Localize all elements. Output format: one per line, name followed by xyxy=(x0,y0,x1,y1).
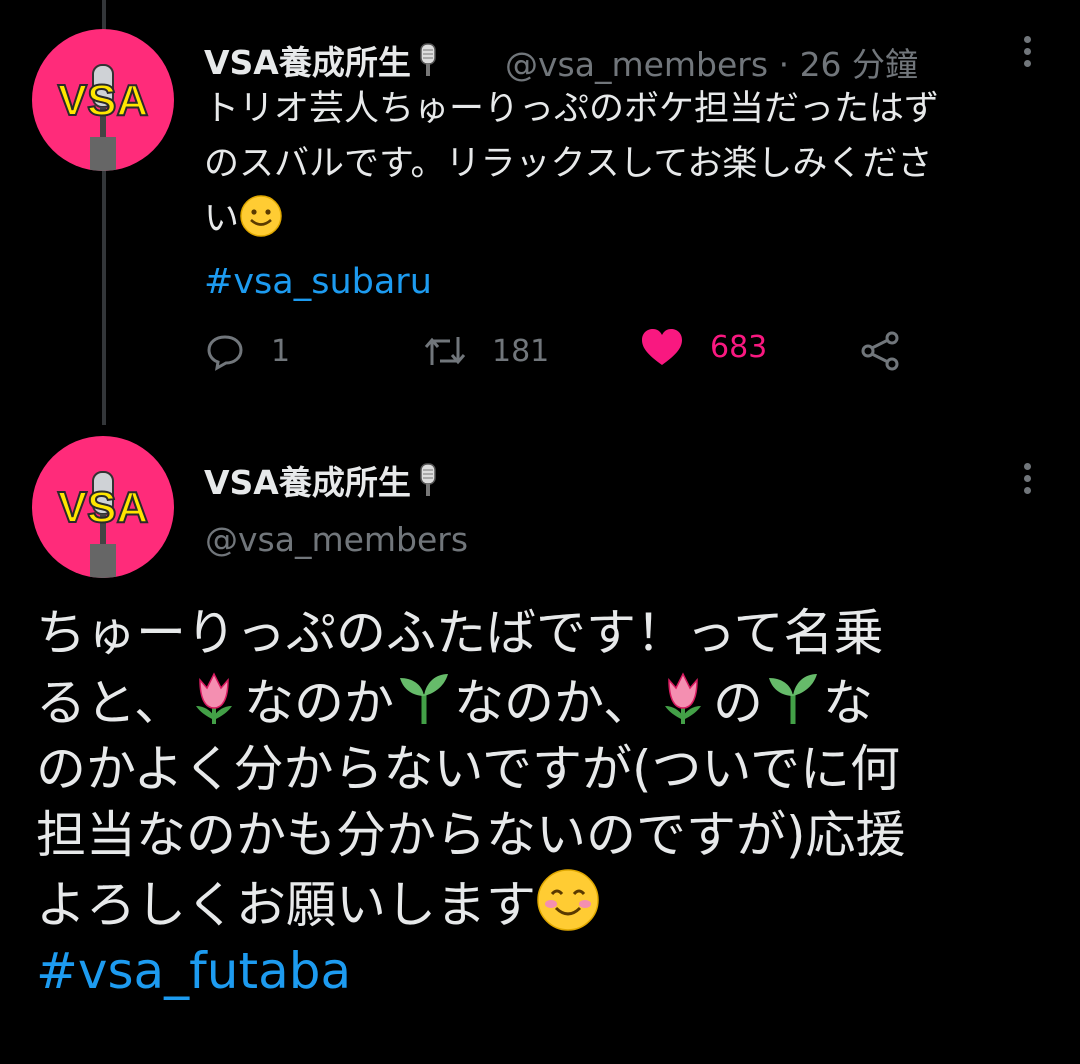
seedling-emoji xyxy=(769,674,817,724)
like-count: 683 xyxy=(710,329,768,365)
hashtag-link[interactable]: #vsa_subaru xyxy=(204,255,1044,310)
tweet-text-line: のスバルです。リラックスしてお楽しみくださ xyxy=(204,144,933,184)
share-icon xyxy=(861,331,899,371)
display-name-text: VSA養成所生 xyxy=(204,463,411,502)
tulip-emoji xyxy=(196,672,232,724)
hashtag-link[interactable]: #vsa_futaba xyxy=(36,938,1046,1004)
smile-emoji xyxy=(240,195,282,237)
avatar-logo: VSA xyxy=(57,64,149,171)
avatar-logo: VSA xyxy=(57,471,149,578)
microphone-icon xyxy=(420,43,436,76)
reply-count: 1 xyxy=(271,333,291,369)
like-button[interactable]: 683 xyxy=(640,322,767,372)
retweet-button[interactable]: 181 xyxy=(424,326,549,376)
tulip-emoji xyxy=(665,672,701,724)
avatar[interactable]: VSA xyxy=(32,29,174,171)
avatar-text: VSA xyxy=(58,76,148,125)
handle[interactable]: @vsa_members xyxy=(505,45,768,84)
reply-icon xyxy=(207,335,243,371)
tweet-text-line: 担当なのかも分からないのですが)応援 xyxy=(36,806,906,864)
tweet-text-fragment: なのか、 xyxy=(454,674,653,732)
display-name-text: VSA養成所生 xyxy=(204,43,411,82)
microphone-icon xyxy=(420,463,436,496)
tweet-text-line: ると、 なのか なのか、 の な xyxy=(36,666,1046,736)
tweet-text-fragment: の xyxy=(713,674,763,732)
tweet-text-line: のかよく分からないですが(ついでに何 xyxy=(36,740,901,798)
share-button[interactable] xyxy=(860,326,928,376)
tweet-text-fragment: い xyxy=(204,199,240,239)
handle-time: @vsa_members · 26 分鐘 xyxy=(505,38,918,86)
seedling-emoji xyxy=(400,674,448,724)
tweet-text-line: トリオ芸人ちゅーりっぷのボケ担当だったはず xyxy=(204,89,940,129)
avatar-text: VSA xyxy=(58,483,148,532)
tweet-text-line: い xyxy=(204,192,1044,247)
tweet-text: ちゅーりっぷのふたばです！って名乗 ると、 なのか なのか、 の な のかよく分からない… xyxy=(36,600,1046,1004)
tweet-text-fragment: なのか xyxy=(244,674,394,732)
tweet-text-fragment: よろしくお願いします xyxy=(36,876,536,934)
reply-button[interactable]: 1 xyxy=(205,326,290,376)
tweet-text-line: ちゅーりっぷのふたばです！って名乗 xyxy=(36,604,884,662)
more-icon[interactable] xyxy=(1022,463,1032,499)
display-name[interactable]: VSA養成所生 xyxy=(204,36,441,84)
heart-icon xyxy=(642,329,682,365)
separator: · xyxy=(778,45,790,84)
retweet-icon xyxy=(424,337,466,365)
retweet-count: 181 xyxy=(492,333,550,369)
tweet-text-fragment: ると、 xyxy=(36,674,184,732)
tweet-text: トリオ芸人ちゅーりっぷのボケ担当だったはず のスバルです。リラックスしてお楽しみ… xyxy=(204,82,1044,310)
timestamp[interactable]: 26 分鐘 xyxy=(800,45,918,84)
tweet-text-line: よろしくお願いします xyxy=(36,868,1046,938)
handle[interactable]: @vsa_members xyxy=(205,520,468,559)
display-name[interactable]: VSA養成所生 xyxy=(204,456,441,504)
blush-emoji xyxy=(537,869,599,931)
avatar[interactable]: VSA xyxy=(32,436,174,578)
tweet-text-fragment: な xyxy=(823,674,873,732)
more-icon[interactable] xyxy=(1022,36,1032,72)
